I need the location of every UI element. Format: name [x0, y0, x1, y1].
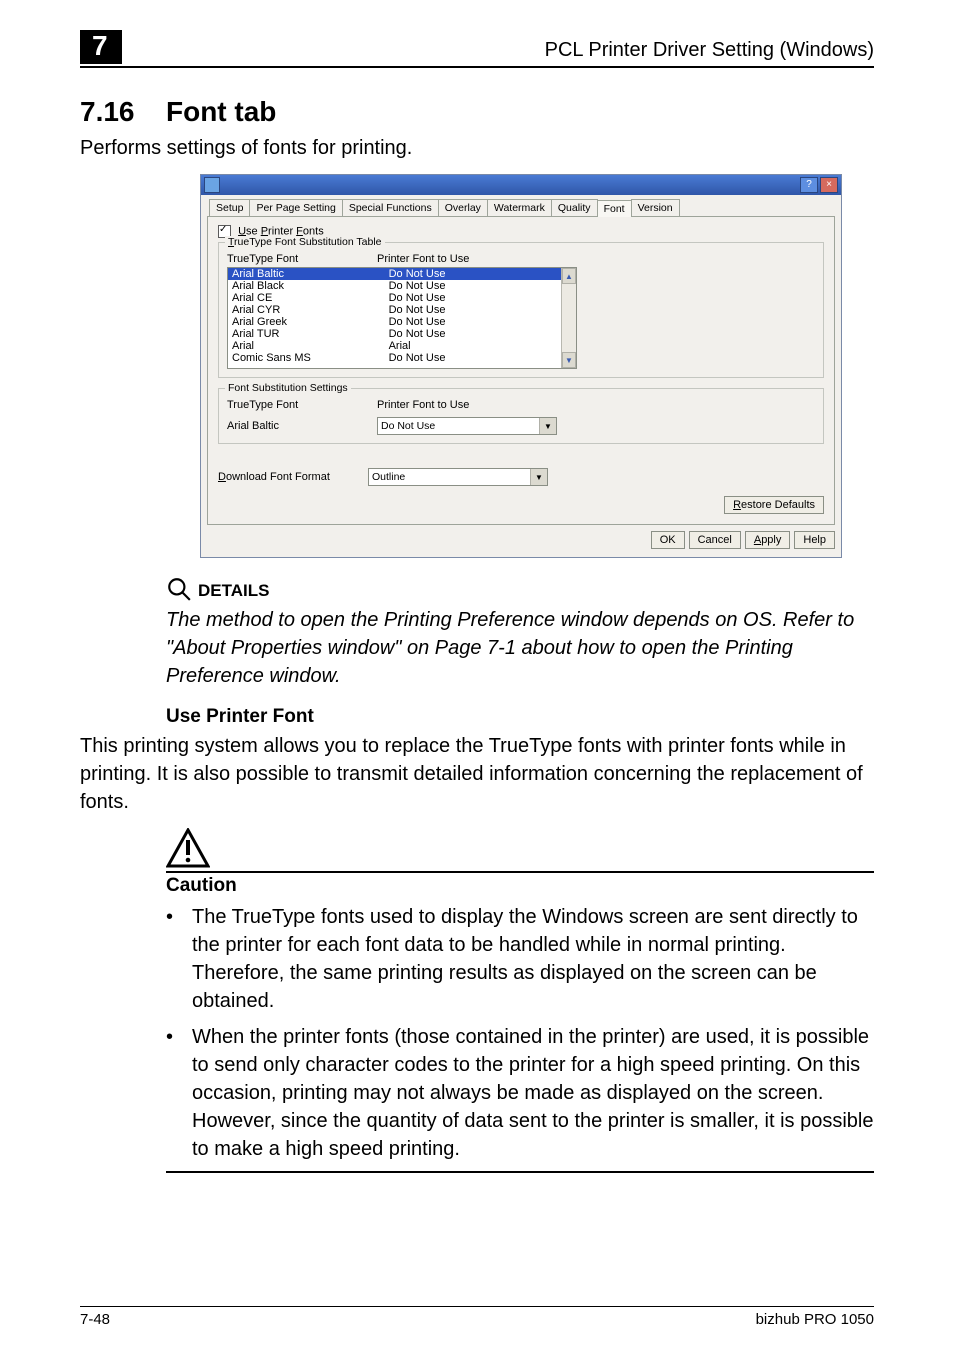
- chevron-down-icon[interactable]: ▼: [530, 469, 547, 485]
- caution-bullets: • The TrueType fonts used to display the…: [166, 903, 874, 1163]
- font-substitution-settings-group: Font Substitution Settings TrueType Font…: [218, 388, 824, 444]
- help-icon[interactable]: ?: [800, 177, 818, 193]
- details-label: DETAILS: [198, 576, 269, 601]
- col-truetype-font: TrueType Font: [227, 253, 377, 265]
- font-tab-panel: Use Printer Fonts TrueType Font Substitu…: [207, 217, 835, 525]
- list-item[interactable]: Arial Black Do Not Use: [228, 280, 561, 292]
- ok-button[interactable]: OK: [651, 531, 685, 549]
- fs-printer-font-select[interactable]: Do Not Use ▼: [377, 417, 557, 435]
- apply-button[interactable]: Apply: [745, 531, 791, 549]
- list-item[interactable]: Arial Arial: [228, 340, 561, 352]
- substitution-group-legend: TrueType Font Substitution Table: [225, 236, 385, 248]
- tab-quality[interactable]: Quality: [551, 199, 598, 216]
- section-intro: Performs settings of fonts for printing.: [80, 134, 874, 162]
- list-item[interactable]: Arial Baltic Do Not Use: [228, 268, 561, 280]
- list-item[interactable]: Arial TUR Do Not Use: [228, 328, 561, 340]
- header-title-right: PCL Printer Driver Setting (Windows): [545, 39, 874, 64]
- caution-label: Caution: [166, 875, 874, 897]
- chapter-badge: 7: [80, 30, 122, 64]
- help-button[interactable]: Help: [794, 531, 835, 549]
- footer-page-number: 7-48: [80, 1311, 110, 1328]
- fs-truetype-font-label: TrueType Font: [227, 399, 377, 411]
- dialog-tabstrip: Setup Per Page Setting Special Functions…: [207, 199, 835, 217]
- section-title: Font tab: [166, 96, 276, 128]
- truetype-substitution-group: TrueType Font Substitution Table TrueTyp…: [218, 242, 824, 378]
- caution-rule-top: [166, 871, 874, 873]
- restore-defaults-button[interactable]: Restore Defaults: [724, 496, 824, 514]
- use-printer-font-paragraph: This printing system allows you to repla…: [80, 732, 874, 816]
- magnifier-icon: [166, 576, 192, 602]
- dialog-app-icon: [204, 177, 220, 193]
- header-rule: [80, 66, 874, 68]
- fs-truetype-font-value: Arial Baltic: [227, 420, 377, 432]
- tab-font[interactable]: Font: [597, 200, 632, 217]
- tab-per-page-setting[interactable]: Per Page Setting: [249, 199, 342, 216]
- listbox-scrollbar[interactable]: ▲ ▼: [561, 268, 576, 368]
- footer-rule: [80, 1306, 874, 1307]
- list-item[interactable]: Arial Greek Do Not Use: [228, 316, 561, 328]
- caution-rule-bottom: [166, 1171, 874, 1173]
- caution-bullet: • The TrueType fonts used to display the…: [166, 903, 874, 1015]
- cancel-button[interactable]: Cancel: [689, 531, 741, 549]
- tab-version[interactable]: Version: [631, 199, 680, 216]
- col-printer-font-to-use: Printer Font to Use: [377, 253, 547, 265]
- scroll-down-icon[interactable]: ▼: [562, 352, 576, 368]
- warning-triangle-icon: [166, 828, 210, 868]
- close-icon[interactable]: ×: [820, 177, 838, 193]
- fs-printer-font-label: Printer Font to Use: [377, 399, 547, 411]
- fs-settings-legend: Font Substitution Settings: [225, 382, 351, 394]
- tab-special-functions[interactable]: Special Functions: [342, 199, 439, 216]
- printer-driver-dialog: ? × Setup Per Page Setting Special Funct…: [200, 174, 842, 558]
- tab-watermark[interactable]: Watermark: [487, 199, 552, 216]
- caution-bullet: • When the printer fonts (those containe…: [166, 1023, 874, 1163]
- scroll-up-icon[interactable]: ▲: [562, 268, 576, 284]
- chevron-down-icon[interactable]: ▼: [539, 418, 556, 434]
- download-font-format-label: Download Font Format: [218, 471, 368, 483]
- use-printer-font-heading: Use Printer Font: [166, 706, 874, 728]
- tab-overlay[interactable]: Overlay: [438, 199, 488, 216]
- tab-setup[interactable]: Setup: [209, 199, 250, 216]
- details-body: The method to open the Printing Preferen…: [166, 606, 874, 690]
- list-item[interactable]: Arial CYR Do Not Use: [228, 304, 561, 316]
- list-item[interactable]: Arial CE Do Not Use: [228, 292, 561, 304]
- footer-product-name: bizhub PRO 1050: [756, 1311, 874, 1328]
- dialog-titlebar: ? ×: [201, 175, 841, 195]
- substitution-listbox[interactable]: Arial Baltic Do Not Use Arial Black Do N…: [227, 267, 577, 369]
- list-item[interactable]: Comic Sans MS Do Not Use: [228, 352, 561, 364]
- download-font-format-select[interactable]: Outline ▼: [368, 468, 548, 486]
- section-number: 7.16: [80, 96, 166, 128]
